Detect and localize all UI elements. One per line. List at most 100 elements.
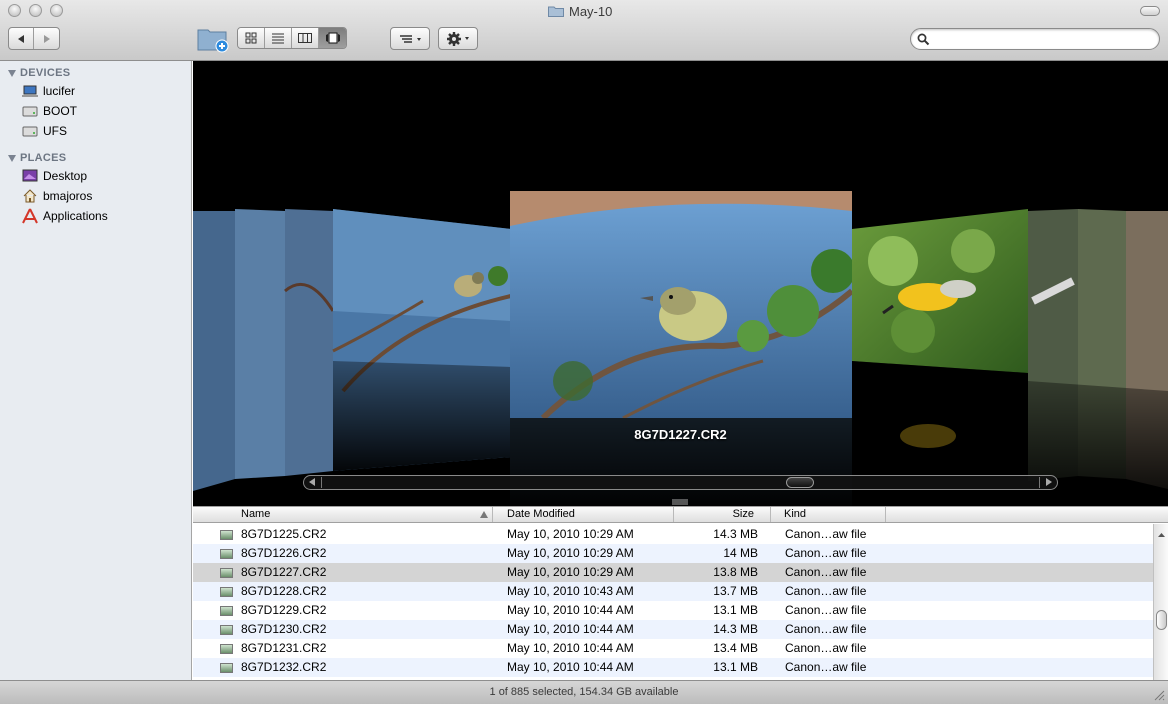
search-field[interactable] [910, 28, 1160, 50]
cover-center[interactable] [510, 191, 855, 506]
list-scroll-thumb[interactable] [1156, 610, 1167, 630]
arrange-button[interactable] [390, 27, 430, 50]
raw-file-icon [220, 625, 233, 635]
action-button[interactable] [438, 27, 478, 50]
coverflow-area[interactable]: 8G7D1227.CR2 [193, 61, 1168, 506]
list-view-icon [272, 33, 284, 44]
table-row[interactable]: 8G7D1228.CR2 May 10, 2010 10:43 AM 13.7 … [193, 582, 1153, 601]
laptop-icon [22, 83, 38, 99]
scroll-left-arrow-icon[interactable] [309, 478, 315, 486]
minimize-button[interactable] [29, 4, 42, 17]
cover-right[interactable] [852, 209, 1028, 506]
close-button[interactable] [8, 4, 21, 17]
sidebar-item-applications[interactable]: Applications [22, 207, 108, 225]
list-view-button[interactable] [265, 28, 292, 48]
scroll-divider [321, 477, 322, 488]
file-name: 8G7D1230.CR2 [241, 622, 327, 636]
status-bar: 1 of 885 selected, 154.34 GB available [0, 680, 1168, 704]
search-input[interactable] [935, 32, 1151, 46]
icon-view-icon [245, 32, 257, 44]
cover-right-far[interactable] [1028, 209, 1168, 506]
file-date: May 10, 2010 10:44 AM [507, 660, 634, 674]
file-size: 13.4 MB [713, 641, 758, 655]
coverflow-view-icon [325, 32, 340, 44]
file-date: May 10, 2010 10:29 AM [507, 565, 634, 579]
coverflow-scrollbar[interactable] [303, 475, 1058, 490]
file-kind: Canon…aw file [785, 584, 867, 598]
file-kind: Canon…aw file [785, 527, 867, 541]
table-row[interactable]: 8G7D1229.CR2 May 10, 2010 10:44 AM 13.1 … [193, 601, 1153, 620]
file-size: 14.3 MB [713, 622, 758, 636]
column-header-name[interactable]: Name [193, 507, 493, 522]
disk-icon [22, 123, 38, 139]
new-folder-button[interactable] [197, 25, 231, 56]
column-view-icon [298, 33, 312, 43]
file-name: 8G7D1232.CR2 [241, 660, 327, 674]
column-view-button[interactable] [292, 28, 319, 48]
table-row[interactable]: 8G7D1232.CR2 May 10, 2010 10:44 AM 13.1 … [193, 658, 1153, 677]
file-kind: Canon…aw file [785, 603, 867, 617]
titlebar-toolbar: May-10 [0, 0, 1168, 61]
list-header: Name Date Modified Size Kind [193, 506, 1168, 523]
cover-left-far[interactable] [193, 209, 335, 491]
scroll-divider [1039, 477, 1040, 488]
column-header-label: Name [241, 508, 271, 520]
status-text: 1 of 885 selected, 154.34 GB available [489, 686, 679, 698]
sort-ascending-icon [480, 511, 488, 518]
forward-button[interactable] [34, 28, 59, 49]
file-size: 13.7 MB [713, 584, 758, 598]
sidebar-item-desktop[interactable]: Desktop [22, 167, 87, 185]
sidebar-item-label: UFS [43, 124, 67, 138]
raw-file-icon [220, 549, 233, 559]
file-size: 13.1 MB [713, 603, 758, 617]
column-header-label: Kind [784, 508, 807, 520]
icon-view-button[interactable] [238, 28, 265, 48]
table-row[interactable]: 8G7D1230.CR2 May 10, 2010 10:44 AM 14.3 … [193, 620, 1153, 639]
file-date: May 10, 2010 10:29 AM [507, 527, 634, 541]
file-date: May 10, 2010 10:44 AM [507, 622, 634, 636]
gear-icon [447, 31, 469, 46]
sidebar-item-boot[interactable]: BOOT [22, 102, 77, 120]
file-name: 8G7D1227.CR2 [241, 565, 327, 579]
section-header-label: DEVICES [20, 67, 71, 79]
file-size: 14 MB [723, 546, 758, 560]
sidebar-section-devices[interactable]: DEVICES [8, 67, 70, 79]
sidebar-item-label: bmajoros [43, 189, 93, 203]
scroll-right-arrow-icon[interactable] [1046, 478, 1052, 486]
window-title: May-10 [548, 3, 612, 19]
new-folder-icon [197, 29, 229, 53]
toolbar-toggle-button[interactable] [1140, 6, 1160, 16]
coverflow-view-button[interactable] [319, 28, 346, 48]
back-button[interactable] [9, 28, 35, 49]
section-header-label: PLACES [20, 152, 67, 164]
sidebar-item-bmajoros[interactable]: bmajoros [22, 187, 92, 205]
back-arrow-icon [18, 34, 24, 43]
file-list: 8G7D1225.CR2 May 10, 2010 10:29 AM 14.3 … [193, 524, 1153, 680]
sidebar-item-ufs[interactable]: UFS [22, 122, 67, 140]
raw-file-icon [220, 530, 233, 540]
file-date: May 10, 2010 10:29 AM [507, 546, 634, 560]
search-icon [917, 33, 930, 46]
table-row[interactable]: 8G7D1225.CR2 May 10, 2010 10:29 AM 14.3 … [193, 525, 1153, 544]
table-row-selected[interactable]: 8G7D1227.CR2 May 10, 2010 10:29 AM 13.8 … [193, 563, 1153, 582]
back-forward-control [8, 27, 60, 50]
sidebar-section-places[interactable]: PLACES [8, 152, 66, 164]
forward-arrow-icon [43, 34, 50, 43]
list-vertical-scrollbar[interactable] [1153, 524, 1168, 680]
column-header-kind[interactable]: Kind [771, 507, 886, 522]
table-row[interactable]: 8G7D1226.CR2 May 10, 2010 10:29 AM 14 MB… [193, 544, 1153, 563]
resize-grip-icon[interactable] [1153, 689, 1165, 701]
zoom-button[interactable] [50, 4, 63, 17]
scroll-up-arrow-icon[interactable] [1154, 528, 1168, 542]
file-date: May 10, 2010 10:44 AM [507, 641, 634, 655]
sidebar-item-lucifer[interactable]: lucifer [22, 82, 75, 100]
file-kind: Canon…aw file [785, 641, 867, 655]
coverflow-scroll-thumb[interactable] [786, 477, 814, 488]
column-header-size[interactable]: Size [674, 507, 771, 522]
disclosure-triangle-icon [8, 69, 16, 77]
file-name: 8G7D1231.CR2 [241, 641, 327, 655]
splitter-grip-icon[interactable] [672, 494, 688, 505]
column-header-date-modified[interactable]: Date Modified [493, 507, 674, 522]
file-kind: Canon…aw file [785, 546, 867, 560]
table-row[interactable]: 8G7D1231.CR2 May 10, 2010 10:44 AM 13.4 … [193, 639, 1153, 658]
